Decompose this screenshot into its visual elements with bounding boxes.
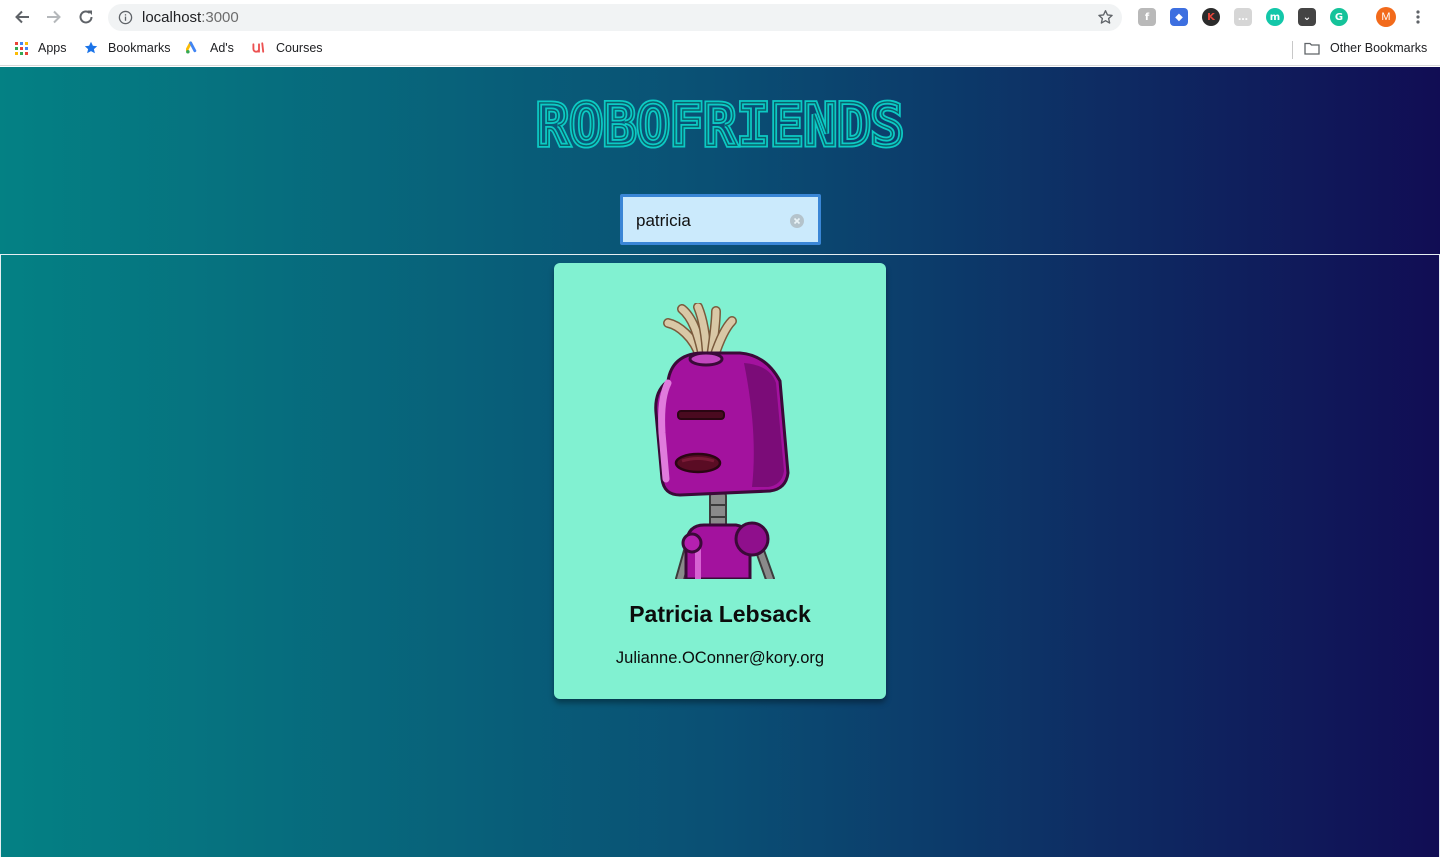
bookmark-star-icon[interactable]	[1097, 9, 1114, 26]
puzzle-extension-icon[interactable]: ◆	[1170, 8, 1188, 26]
bookmark-ads[interactable]: Ad's	[186, 41, 234, 55]
search-input[interactable]	[636, 210, 786, 232]
f-extension-icon[interactable]: f	[1138, 8, 1156, 26]
page-title: ROBOFRIENDS ROBOFRIENDS	[0, 94, 1440, 158]
forward-arrow-icon	[47, 10, 61, 24]
apps-grid-icon	[14, 41, 28, 55]
back-arrow-icon	[15, 10, 29, 24]
folder-icon	[1303, 41, 1320, 55]
udemy-icon	[252, 41, 266, 55]
reload-button[interactable]	[76, 7, 96, 27]
logo-text-inner: ROBOFRIENDS	[536, 94, 904, 156]
robot-card[interactable]: Patricia Lebsack Julianne.OConner@kory.o…	[554, 263, 886, 699]
bookmark-other[interactable]: Other Bookmarks	[1303, 41, 1427, 55]
robot-avatar	[654, 303, 790, 579]
clear-search-icon[interactable]	[790, 214, 804, 228]
star-icon	[84, 41, 98, 55]
robot-name: Patricia Lebsack	[629, 601, 811, 627]
browser-toolbar: localhost:3000 f ◆ K … m ⌄ G M	[0, 0, 1440, 34]
grammarly-icon[interactable]: G	[1330, 8, 1348, 26]
m-extension-icon[interactable]: m	[1266, 8, 1284, 26]
robot-email: Julianne.OConner@kory.org	[615, 649, 825, 667]
site-info-icon[interactable]	[118, 10, 133, 25]
app-page: ROBOFRIENDS ROBOFRIENDS patricia Patrici…	[0, 67, 1440, 857]
robofriends-logo: ROBOFRIENDSROBOFRIENDS	[534, 94, 906, 156]
pocket-icon[interactable]: ⌄	[1298, 8, 1316, 26]
profile-avatar[interactable]: M	[1376, 7, 1396, 27]
forward-button[interactable]	[44, 7, 64, 27]
reload-icon	[79, 10, 93, 24]
google-ads-icon	[186, 41, 200, 55]
search-box[interactable]	[620, 194, 821, 245]
bookmarks-bar: Apps Bookmarks Ad's Courses Other Bookma…	[0, 34, 1440, 66]
back-button[interactable]	[12, 7, 32, 27]
address-bar[interactable]: localhost:3000	[108, 4, 1122, 31]
bookmarks-separator	[1292, 41, 1293, 59]
bookmark-courses[interactable]: Courses	[252, 41, 323, 55]
url-text: localhost:3000	[142, 9, 239, 26]
more-menu-icon[interactable]	[1410, 9, 1426, 25]
bookmark-apps[interactable]: Apps	[14, 41, 67, 55]
k-extension-icon[interactable]: K	[1202, 8, 1220, 26]
bookmark-bookmarks[interactable]: Bookmarks	[84, 41, 171, 55]
chat-extension-icon[interactable]: …	[1234, 8, 1252, 26]
